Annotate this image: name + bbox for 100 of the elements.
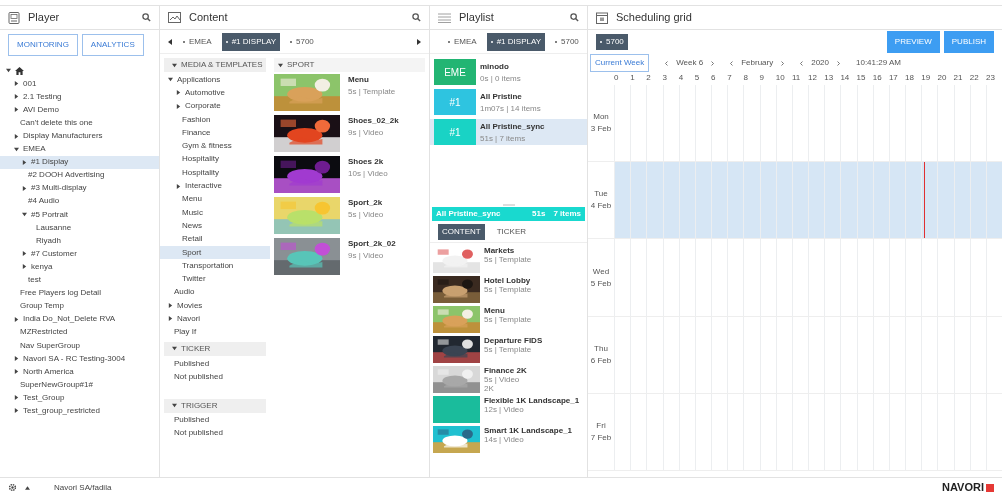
caret-right-icon[interactable]: [176, 183, 181, 189]
caret-down-icon[interactable]: [172, 403, 177, 409]
breadcrumb-item[interactable]: EMEA: [444, 32, 481, 51]
tree-item[interactable]: India Do_Not_Delete RVA: [0, 312, 159, 326]
arrow-right-icon[interactable]: [416, 38, 421, 45]
tree-item[interactable]: Hospitality: [160, 166, 270, 180]
tree-item[interactable]: test: [0, 273, 159, 287]
tree-item[interactable]: Published: [160, 356, 270, 371]
tree-item[interactable]: MZRestricted: [0, 325, 159, 339]
section-header[interactable]: TRIGGER: [164, 398, 266, 413]
breadcrumb-item[interactable]: 5700: [551, 32, 583, 51]
tree-item[interactable]: #7 Customer: [0, 247, 159, 261]
tree-item[interactable]: Retail: [160, 232, 270, 246]
chevron-left-icon[interactable]: [665, 60, 669, 66]
media-item[interactable]: Shoes_02_2k 9s | Video: [274, 113, 425, 154]
tree-item[interactable]: Nav SuperGroup: [0, 338, 159, 353]
caret-down-icon[interactable]: [278, 62, 283, 68]
tree-item[interactable]: Fashion: [160, 112, 270, 127]
tree-item[interactable]: AVI Demo: [0, 103, 159, 117]
tree-item[interactable]: North America: [0, 365, 159, 379]
playlist-content-item[interactable]: Hotel Lobby 5s | Template: [433, 276, 587, 303]
caret-right-icon[interactable]: [14, 107, 19, 113]
caret-right-icon[interactable]: [14, 369, 19, 375]
tree-item[interactable]: Music: [160, 205, 270, 220]
tree-item[interactable]: Finance: [160, 126, 270, 140]
tree-item[interactable]: Not published: [160, 426, 270, 441]
tree-item[interactable]: Display Manufacturers: [0, 129, 159, 143]
tree-item[interactable]: #1 Display: [0, 155, 159, 169]
search-icon[interactable]: [142, 13, 151, 22]
breadcrumb-item[interactable]: 5700: [286, 32, 318, 51]
caret-right-icon[interactable]: [176, 103, 181, 109]
chevron-right-icon[interactable]: [781, 60, 785, 66]
tree-item[interactable]: Automotive: [160, 86, 270, 100]
breadcrumb-item[interactable]: #1 DISPLAY: [221, 32, 280, 51]
current-week-button[interactable]: Current Week: [590, 54, 650, 72]
caret-down-icon[interactable]: [22, 212, 27, 218]
tree-item[interactable]: Twitter: [160, 272, 270, 286]
tree-item[interactable]: kenya: [0, 260, 159, 274]
tab[interactable]: CONTENT: [438, 223, 485, 240]
caret-right-icon[interactable]: [14, 94, 19, 100]
tree-item[interactable]: Can't delete this one: [0, 116, 159, 130]
tree-item[interactable]: Movies: [160, 299, 270, 313]
home-icon[interactable]: [15, 66, 24, 75]
tree-item[interactable]: 001: [0, 77, 159, 91]
tree-item[interactable]: #2 DOOH Advertising: [0, 168, 159, 182]
gear-icon[interactable]: [8, 483, 17, 492]
caret-down-icon[interactable]: [168, 77, 173, 83]
chevron-right-icon[interactable]: [837, 60, 840, 66]
tab[interactable]: TICKER: [492, 223, 530, 240]
tree-item[interactable]: Lausanne: [0, 221, 159, 235]
tree-item[interactable]: Audio: [160, 285, 270, 300]
chevron-right-icon[interactable]: [711, 60, 715, 66]
playlist-item[interactable]: #1 All Pristine_sync 51s | 7 items: [430, 119, 587, 145]
caret-right-icon[interactable]: [22, 185, 27, 191]
playlist-item[interactable]: #1 All Pristine 1m07s | 14 items: [430, 89, 587, 115]
tree-item[interactable]: Sport: [160, 245, 270, 260]
media-item[interactable]: Sport_2k 5s | Video: [274, 195, 425, 236]
tree-item[interactable]: Test_group_restricted: [0, 404, 159, 418]
caret-down-icon[interactable]: [172, 346, 177, 352]
playlist-item[interactable]: EME minodo 0s | 0 items: [430, 59, 587, 85]
arrow-left-icon[interactable]: [168, 38, 173, 45]
section-header[interactable]: TICKER: [164, 341, 266, 356]
tree-item[interactable]: SuperNewGroup#1#: [0, 378, 159, 392]
caret-right-icon[interactable]: [14, 133, 19, 139]
caret-up-icon[interactable]: [25, 485, 30, 490]
section-header[interactable]: MEDIA & TEMPLATES: [164, 58, 266, 72]
chevron-left-icon[interactable]: [730, 60, 734, 66]
tree-item[interactable]: Transportation: [160, 259, 270, 273]
tree-item[interactable]: Applications: [160, 73, 270, 87]
tree-item[interactable]: News: [160, 219, 270, 233]
tree-item[interactable]: Not published: [160, 370, 270, 384]
caret-right-icon[interactable]: [22, 264, 27, 270]
playlist-content-item[interactable]: Flexible 1K Landscape_1 12s | Video: [433, 396, 587, 423]
breadcrumb-item[interactable]: EMEA: [179, 32, 216, 51]
caret-down-icon[interactable]: [14, 146, 19, 152]
caret-down-icon[interactable]: [6, 68, 11, 74]
caret-down-icon[interactable]: [172, 62, 177, 68]
playlist-content-item[interactable]: Departure FIDS 5s | Template: [433, 336, 587, 363]
caret-right-icon[interactable]: [22, 159, 27, 165]
media-item[interactable]: Sport_2k_02 9s | Video: [274, 236, 425, 277]
tree-item[interactable]: 2.1 Testing: [0, 90, 159, 104]
tree-item[interactable]: Corporate: [160, 99, 270, 113]
tree-item[interactable]: #4 Audio: [0, 194, 159, 209]
caret-right-icon[interactable]: [14, 395, 19, 401]
playlist-content-item[interactable]: Smart 1K Landscape_1 14s | Video: [433, 426, 587, 453]
caret-right-icon[interactable]: [168, 316, 173, 322]
playlist-content-item[interactable]: Markets 5s | Template: [433, 246, 587, 273]
tree-item[interactable]: EMEA: [0, 142, 159, 156]
media-item[interactable]: Menu 5s | Template: [274, 72, 425, 113]
breadcrumb-item[interactable]: #1 DISPLAY: [486, 32, 545, 51]
playlist-content-item[interactable]: Menu 5s | Template: [433, 306, 587, 333]
tree-item[interactable]: Gym & fitness: [160, 139, 270, 153]
tree-item[interactable]: Published: [160, 413, 270, 427]
search-icon[interactable]: [412, 13, 421, 22]
caret-right-icon[interactable]: [14, 356, 19, 362]
tree-item[interactable]: Free Players log Detail: [0, 286, 159, 300]
chevron-left-icon[interactable]: [800, 60, 804, 66]
tree-item[interactable]: Navori SA - RC Testing-3004: [0, 352, 159, 366]
tree-item[interactable]: Hospitality: [160, 152, 270, 167]
caret-right-icon[interactable]: [176, 90, 181, 96]
